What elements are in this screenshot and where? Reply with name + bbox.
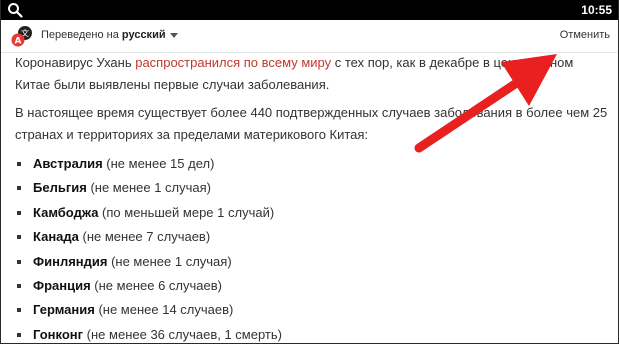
country-name: Финляндия xyxy=(33,253,108,269)
country-note: (по меньшей мере 1 случай) xyxy=(98,204,275,220)
country-name: Бельгия xyxy=(33,180,87,196)
list-item: Бельгия (не менее 1 случая) xyxy=(15,176,611,200)
translated-to-selector[interactable]: Переведено на русский xyxy=(41,29,178,41)
country-note: (не менее 1 случая) xyxy=(86,180,212,196)
list-item: Финляндия (не менее 1 случая) xyxy=(15,250,611,274)
list-item: Канада (не менее 7 случаев) xyxy=(15,225,611,249)
country-note: (не менее 15 дел) xyxy=(102,156,215,171)
list-item: Гонконг (не менее 36 случаев, 1 смерть) xyxy=(15,323,611,343)
bullet-icon xyxy=(17,283,21,288)
country-name: Канада xyxy=(33,229,79,245)
country-list: Австралия (не менее 15 дел) Бельгия (не … xyxy=(15,152,611,343)
country-name: Германия xyxy=(33,302,95,318)
translated-prefix: Переведено на xyxy=(41,29,119,41)
country-name: Австралия xyxy=(33,156,103,171)
country-name: Камбоджа xyxy=(33,204,99,220)
paragraph-cases: В настоящее время существует более 440 п… xyxy=(15,105,608,142)
chevron-down-icon xyxy=(169,32,178,38)
spread-worldwide-link[interactable]: распространился по всему миру xyxy=(135,55,331,70)
country-note: (не менее 14 случаев) xyxy=(94,302,234,318)
country-name: Франция xyxy=(33,277,91,293)
bullet-icon xyxy=(17,162,21,166)
screen-frame: 10:55 文 A Переведено на русский Отменить… xyxy=(0,0,619,344)
country-note: (не менее 1 случая) xyxy=(107,253,232,269)
country-name: Гонконг xyxy=(33,326,84,342)
country-note: (не менее 7 случаев) xyxy=(78,229,211,245)
svg-text:A: A xyxy=(15,37,22,47)
translate-logo-icon: 文 A xyxy=(11,26,32,47)
paragraph-intro: Коронавирус Ухань распространился по все… xyxy=(15,52,611,96)
article-body: Коронавирус Ухань распространился по все… xyxy=(15,52,611,343)
bullet-icon xyxy=(17,210,21,215)
list-item: Германия (не менее 14 случаев) xyxy=(15,298,611,322)
search-icon[interactable] xyxy=(7,2,23,18)
list-item: Австралия (не менее 15 дел) xyxy=(15,152,611,176)
bullet-icon xyxy=(17,186,21,191)
country-note: (не менее 36 случаев, 1 смерть) xyxy=(83,326,282,342)
list-item: Камбоджа (по меньшей мере 1 случай) xyxy=(15,201,611,225)
bullet-icon xyxy=(17,308,21,313)
status-bar: 10:55 xyxy=(1,0,618,20)
country-note: (не менее 6 случаев) xyxy=(90,277,222,293)
translate-bar: 文 A Переведено на русский Отменить xyxy=(1,20,618,53)
bullet-icon xyxy=(17,332,21,337)
list-item: Франция (не менее 6 случаев) xyxy=(15,274,611,298)
cancel-translation-button[interactable]: Отменить xyxy=(560,29,610,41)
bullet-icon xyxy=(17,235,21,240)
intro-text-start: Коронавирус Ухань xyxy=(15,55,136,70)
bullet-icon xyxy=(17,259,21,264)
status-time: 10:55 xyxy=(581,3,612,17)
language-label: русский xyxy=(121,29,166,41)
